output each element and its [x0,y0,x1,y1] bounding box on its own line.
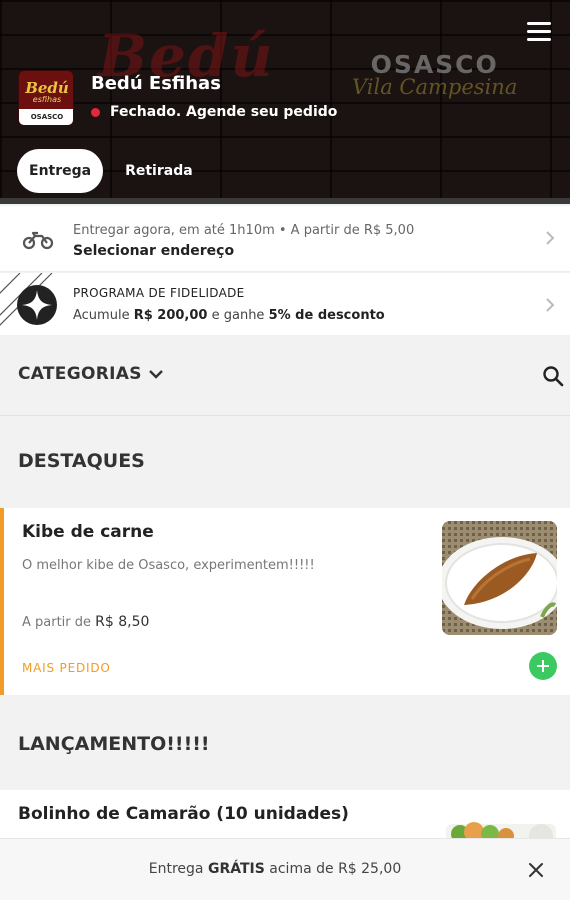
chevron-right-icon [546,231,555,245]
free-delivery-banner: Entrega GRÁTIS acima de R$ 25,00 [0,838,570,900]
loyalty-description: Acumule R$ 200,00 e ganhe 5% de desconto [73,308,385,323]
free-delivery-text: Entrega GRÁTIS acima de R$ 25,00 [148,861,402,877]
chevron-down-icon [148,370,163,379]
product-name: Kibe de carne [22,522,154,542]
header-background-location: OSASCO Vila Campesina [352,52,517,98]
motorcycle-icon [22,231,54,250]
add-to-cart-button[interactable] [529,652,557,680]
hamburger-menu-icon[interactable] [527,22,551,42]
most-ordered-badge: MAIS PEDIDO [22,661,111,675]
loyalty-title: PROGRAMA DE FIDELIDADE [73,286,245,300]
loyalty-program-row[interactable]: PROGRAMA DE FIDELIDADE Acumule R$ 200,00… [0,273,570,335]
product-price: A partir de R$ 8,50 [22,614,150,630]
store-status: Fechado. Agende seu pedido [91,104,337,120]
loyalty-amount: R$ 200,00 [133,308,208,323]
product-description: O melhor kibe de Osasco, experimentem!!!… [22,558,315,573]
categories-dropdown[interactable]: CATEGORIAS [18,364,164,384]
close-icon[interactable] [528,862,544,878]
product-image [446,822,556,838]
product-name: Bolinho de Camarão (10 unidades) [18,804,349,824]
logo-subtitle-text: esfihas [32,95,62,104]
tab-retirada[interactable]: Retirada [113,149,205,193]
delivery-address-row[interactable]: Entregar agora, em até 1h10m • A partir … [0,206,570,272]
product-card[interactable]: Bolinho de Camarão (10 unidades) [0,790,570,838]
tab-entrega[interactable]: Entrega [17,149,104,193]
status-text: Fechado. Agende seu pedido [110,104,338,120]
product-image [442,521,557,635]
header-background-district: Vila Campesina [352,75,518,99]
search-icon[interactable] [542,365,564,387]
order-type-tabs: Entrega Retirada [17,149,205,193]
free-highlight: GRÁTIS [207,861,265,877]
header-background-city: OSASCO [370,50,499,79]
select-address-label: Selecionar endereço [73,243,235,259]
status-dot-icon [91,107,100,117]
loyalty-discount: 5% de desconto [268,308,385,323]
chevron-right-icon [546,298,555,312]
delivery-eta: Entregar agora, em até 1h10m • A partir … [73,223,415,238]
star-badge-icon [17,285,57,325]
product-card[interactable]: Kibe de carne O melhor kibe de Osasco, e… [0,508,570,695]
store-header: Bedú OSASCO Vila Campesina Bedú esfihas … [0,0,570,204]
categories-bar: CATEGORIAS [0,336,570,416]
store-name: Bedú Esfihas [91,73,221,94]
product-price-value: R$ 8,50 [95,614,150,630]
section-title-destaques: DESTAQUES [18,450,145,472]
logo-city-text: OSASCO [19,109,73,125]
section-title-lancamento: LANÇAMENTO!!!!! [18,733,210,755]
store-logo: Bedú esfihas OSASCO [18,70,74,126]
categories-label: CATEGORIAS [18,364,142,384]
